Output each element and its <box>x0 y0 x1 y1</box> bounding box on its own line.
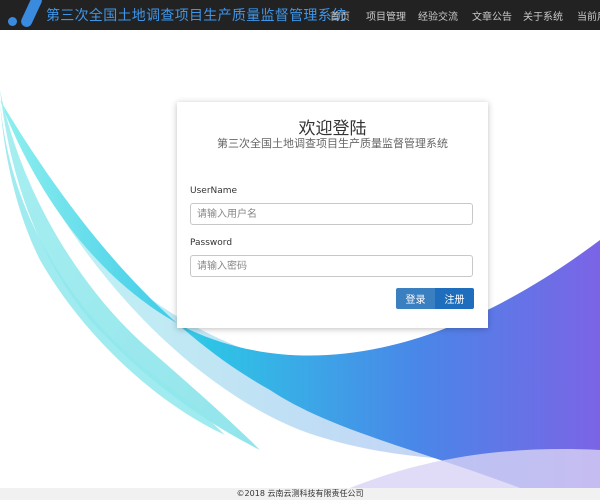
nav-announcements[interactable]: 文章公告 <box>472 8 512 23</box>
nav-about-system[interactable]: 关于系统 <box>523 8 563 23</box>
brand-title[interactable]: 第三次全国土地调查项目生产质量监督管理系统 <box>46 5 346 25</box>
copyright-text: ©2018 云南云测科技有限责任公司 <box>236 489 364 498</box>
password-input[interactable] <box>190 255 473 277</box>
login-subtitle: 第三次全国土地调查项目生产质量监督管理系统 <box>217 137 448 150</box>
footer: ©2018 云南云测科技有限责任公司 <box>0 488 600 500</box>
app-logo-icon <box>0 0 46 30</box>
register-button[interactable]: 注册 <box>435 288 474 309</box>
nav-experience-exchange[interactable]: 经验交流 <box>418 8 458 23</box>
nav-home[interactable]: 首页 <box>330 8 350 23</box>
login-card: 欢迎登陆 第三次全国土地调查项目生产质量监督管理系统 UserName Pass… <box>177 102 488 328</box>
top-navbar: 第三次全国土地调查项目生产质量监督管理系统 首页 项目管理 经验交流 文章公告 … <box>0 0 600 30</box>
nav-project-management[interactable]: 项目管理 <box>366 8 406 23</box>
login-button[interactable]: 登录 <box>396 288 435 309</box>
password-label: Password <box>190 238 233 248</box>
brand[interactable]: 第三次全国土地调查项目生产质量监督管理系统 <box>0 0 346 30</box>
username-label: UserName <box>190 186 238 196</box>
username-input[interactable] <box>190 203 473 225</box>
nav-current-user[interactable]: 当前用户 <box>577 8 600 23</box>
